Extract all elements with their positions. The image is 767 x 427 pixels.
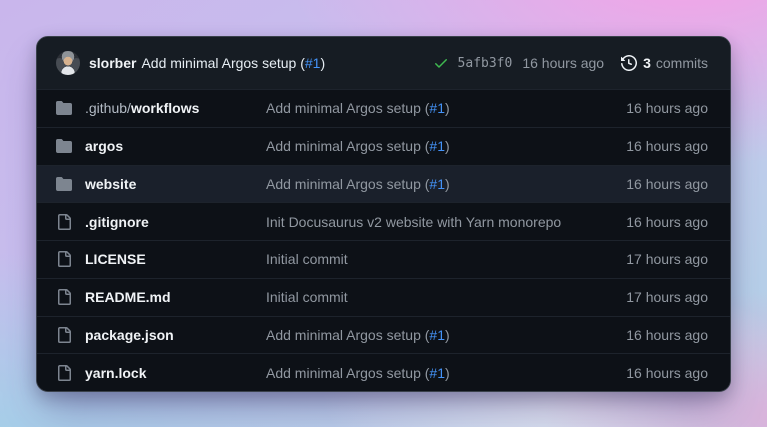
file-name-text[interactable]: .gitignore [85,214,149,230]
row-commit-message-text: Add minimal Argos setup ( [266,100,429,116]
row-commit-message[interactable]: Add minimal Argos setup (#1) [266,138,614,154]
row-commit-time: 16 hours ago [626,327,708,343]
file-name[interactable]: .gitignore [85,214,266,230]
row-commit-message-text: Add minimal Argos setup ( [266,176,429,192]
file-name[interactable]: README.md [85,289,266,305]
table-row[interactable]: website Add minimal Argos setup (#1) 16 … [37,165,730,203]
row-commit-message-text: Initial commit [266,289,348,305]
file-name[interactable]: yarn.lock [85,365,266,381]
row-commit-message-close: ) [445,327,450,343]
file-name[interactable]: argos [85,138,266,154]
table-row[interactable]: LICENSE Initial commit 17 hours ago [37,240,730,278]
table-row[interactable]: README.md Initial commit 17 hours ago [37,278,730,316]
pr-link[interactable]: #1 [429,176,445,192]
file-name-text[interactable]: package.json [85,327,174,343]
file-name-text[interactable]: workflows [131,100,199,116]
row-commit-message-text: Init Docusaurus v2 website with Yarn mon… [266,214,561,230]
row-commit-message[interactable]: Init Docusaurus v2 website with Yarn mon… [266,214,614,230]
row-commit-message[interactable]: Add minimal Argos setup (#1) [266,365,614,381]
file-name[interactable]: LICENSE [85,251,266,267]
file-name[interactable]: .github/workflows [85,100,266,116]
commits-count: 3 [643,55,651,71]
row-commit-time: 16 hours ago [626,365,708,381]
commit-author[interactable]: slorber [89,55,136,71]
row-commit-message-close: ) [445,138,450,154]
row-commit-time: 17 hours ago [626,289,708,305]
repo-file-browser: slorber Add minimal Argos setup (#1) 5af… [36,36,731,392]
file-name[interactable]: website [85,176,266,192]
row-commit-message-close: ) [445,100,450,116]
file-path-prefix[interactable]: .github/ [85,100,131,116]
file-name[interactable]: package.json [85,327,266,343]
row-commit-message[interactable]: Add minimal Argos setup (#1) [266,100,614,116]
pr-link[interactable]: #1 [429,100,445,116]
file-name-text[interactable]: README.md [85,289,171,305]
pr-link[interactable]: #1 [429,327,445,343]
pr-link[interactable]: #1 [429,365,445,381]
commit-meta: 5afb3f0 16 hours ago 3 commits [433,55,708,71]
commit-message-close: ) [320,55,325,71]
latest-commit-bar: slorber Add minimal Argos setup (#1) 5af… [37,37,730,89]
file-name-text[interactable]: LICENSE [85,251,146,267]
file-list: .github/workflows Add minimal Argos setu… [37,89,730,391]
pr-link[interactable]: #1 [429,138,445,154]
row-commit-time: 16 hours ago [626,100,708,116]
table-row[interactable]: argos Add minimal Argos setup (#1) 16 ho… [37,127,730,165]
commits-label: commits [656,55,708,71]
commit-time: 16 hours ago [522,55,604,71]
folder-icon [56,138,72,154]
file-icon [56,289,72,305]
row-commit-time: 16 hours ago [626,214,708,230]
row-commit-message-close: ) [445,365,450,381]
pr-link[interactable]: #1 [305,55,321,71]
file-icon [56,251,72,267]
file-icon [56,365,72,381]
row-commit-message-close: ) [445,176,450,192]
table-row[interactable]: package.json Add minimal Argos setup (#1… [37,316,730,354]
commits-history-link[interactable]: 3 commits [621,55,708,71]
file-name-text[interactable]: argos [85,138,123,154]
file-icon [56,327,72,343]
table-row[interactable]: .github/workflows Add minimal Argos setu… [37,89,730,127]
row-commit-message-text: Add minimal Argos setup ( [266,327,429,343]
author-avatar[interactable] [56,51,80,75]
commit-message-text: Add minimal Argos setup ( [141,55,304,71]
row-commit-message[interactable]: Add minimal Argos setup (#1) [266,327,614,343]
row-commit-message-text: Add minimal Argos setup ( [266,138,429,154]
file-name-text[interactable]: yarn.lock [85,365,146,381]
row-commit-time: 17 hours ago [626,251,708,267]
table-row[interactable]: .gitignore Init Docusaurus v2 website wi… [37,202,730,240]
row-commit-message-text: Add minimal Argos setup ( [266,365,429,381]
file-name-text[interactable]: website [85,176,136,192]
file-icon [56,214,72,230]
commit-hash[interactable]: 5afb3f0 [458,56,513,71]
row-commit-time: 16 hours ago [626,138,708,154]
row-commit-message-text: Initial commit [266,251,348,267]
check-icon [433,55,449,71]
folder-icon [56,176,72,192]
row-commit-message[interactable]: Add minimal Argos setup (#1) [266,176,614,192]
commit-message[interactable]: Add minimal Argos setup (#1) [141,55,325,71]
row-commit-message[interactable]: Initial commit [266,251,614,267]
clock-history-icon [621,55,637,71]
table-row[interactable]: yarn.lock Add minimal Argos setup (#1) 1… [37,353,730,391]
folder-icon [56,100,72,116]
row-commit-time: 16 hours ago [626,176,708,192]
row-commit-message[interactable]: Initial commit [266,289,614,305]
